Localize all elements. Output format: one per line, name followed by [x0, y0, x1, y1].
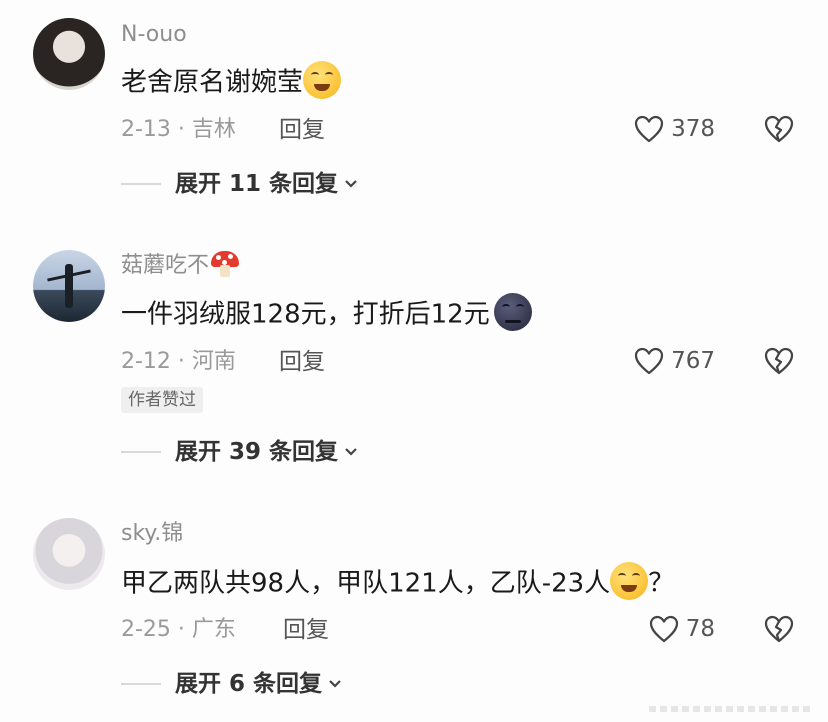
- like-count: 767: [671, 348, 715, 374]
- dislike-icon[interactable]: [763, 614, 795, 644]
- username[interactable]: N-ouo: [121, 21, 187, 49]
- comment-meta: 2-25 · 广东: [121, 617, 236, 642]
- mushroom-emoji: [211, 251, 240, 277]
- expand-replies-label: 展开 11 条回复: [175, 171, 339, 197]
- expand-replies-button[interactable]: 展开 39 条回复: [121, 438, 358, 466]
- expand-replies-label: 展开 6 条回复: [175, 671, 323, 697]
- comment-text-content: 甲乙两队共98人，甲队121人，乙队-23人: [121, 568, 611, 599]
- divider-line: [121, 183, 161, 185]
- comment-text-content: 老舍原名谢婉莹: [121, 67, 304, 98]
- chevron-down-icon: [345, 448, 357, 456]
- comment-text: 甲乙两队共98人，甲队121人，乙队-23人 ？: [121, 562, 675, 603]
- new-moon-face-emoji: [493, 293, 532, 331]
- like-button[interactable]: 378: [633, 114, 715, 144]
- expand-replies-label: 展开 39 条回复: [175, 439, 339, 465]
- like-button[interactable]: 78: [648, 614, 715, 644]
- chevron-down-icon: [329, 680, 341, 688]
- comment-text-suffix: ？: [648, 568, 675, 599]
- watermark: [649, 706, 814, 712]
- author-liked-badge: 作者赞过: [121, 387, 203, 413]
- divider-line: [121, 451, 161, 453]
- heart-icon: [634, 115, 664, 143]
- expand-replies-button[interactable]: 展开 6 条回复: [121, 670, 342, 698]
- username[interactable]: 菇蘑吃不: [121, 251, 240, 280]
- expand-replies-button[interactable]: 展开 11 条回复: [121, 170, 358, 198]
- smirk-face-emoji: [303, 61, 342, 99]
- dislike-icon[interactable]: [763, 346, 795, 376]
- comment-text-content: 一件羽绒服128元，打折后12元: [121, 299, 490, 330]
- comment-meta: 2-13 · 吉林: [121, 117, 236, 142]
- avatar[interactable]: [33, 18, 105, 90]
- heart-icon: [634, 347, 664, 375]
- comment-meta: 2-12 · 河南: [121, 349, 236, 374]
- avatar[interactable]: [33, 518, 105, 590]
- heart-icon: [649, 615, 678, 643]
- reply-button[interactable]: 回复: [283, 616, 329, 644]
- chevron-down-icon: [345, 180, 357, 188]
- like-button[interactable]: 767: [633, 346, 715, 376]
- username-text: 菇蘑吃不: [121, 253, 210, 278]
- divider-line: [121, 683, 161, 685]
- dislike-icon[interactable]: [763, 114, 795, 144]
- comment-text: 老舍原名谢婉莹: [121, 61, 342, 102]
- avatar[interactable]: [33, 250, 105, 322]
- like-count: 378: [671, 116, 715, 142]
- comment-text: 一件羽绒服128元，打折后12元: [121, 293, 532, 334]
- grinning-sweat-emoji: [610, 562, 649, 600]
- reply-button[interactable]: 回复: [279, 348, 325, 376]
- reply-button[interactable]: 回复: [279, 116, 325, 144]
- username[interactable]: sky.锦: [121, 520, 183, 548]
- like-count: 78: [685, 616, 715, 642]
